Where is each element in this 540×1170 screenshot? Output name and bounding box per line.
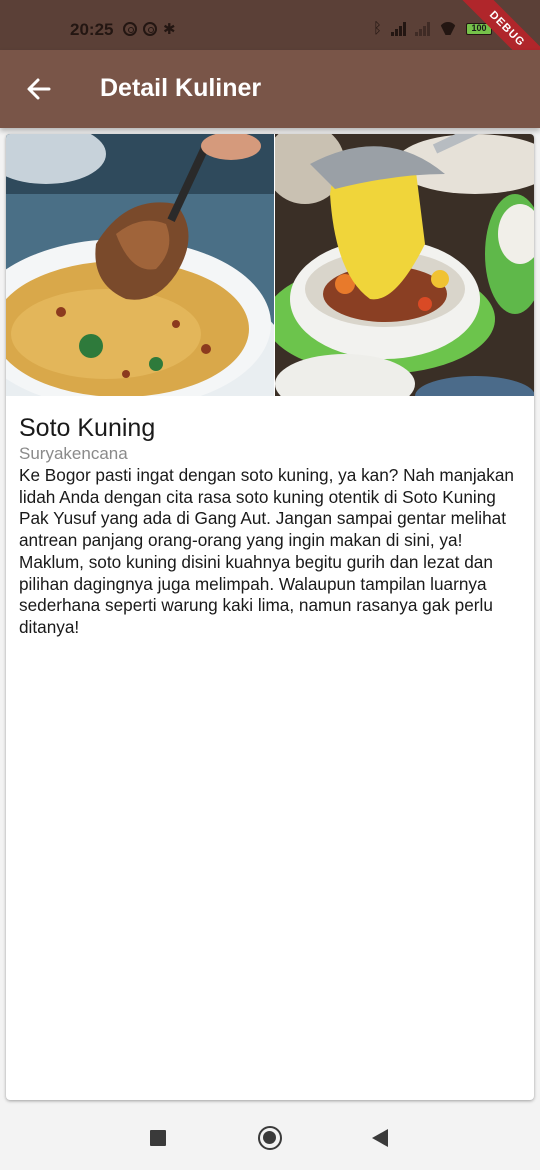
food-description: Ke Bogor pasti ingat dengan soto kuning,… — [19, 465, 514, 637]
bluetooth-icon: ᛒ — [372, 20, 382, 37]
navigation-bar — [0, 1106, 540, 1170]
home-icon[interactable] — [258, 1126, 282, 1150]
image-gallery[interactable] — [6, 134, 534, 396]
wifi-icon — [439, 22, 457, 35]
soto-kuning-pouring-photo[interactable] — [275, 134, 534, 396]
settings-icon: ✱ — [163, 21, 176, 38]
signal-icon — [415, 21, 430, 36]
app-bar: Detail Kuliner — [0, 50, 540, 128]
notification-icon — [143, 22, 157, 36]
status-left-icons: ✱ — [123, 22, 176, 37]
status-bar: 20:25 ✱ ᛒ 100 DEBUG — [0, 0, 540, 83]
signal-icon — [391, 21, 406, 36]
status-time: 20:25 — [70, 20, 114, 39]
back-button[interactable] — [18, 68, 60, 110]
notification-icon — [123, 22, 137, 36]
recents-icon[interactable] — [150, 1130, 166, 1146]
arrow-back-icon — [27, 78, 51, 100]
soto-kuning-bowl-photo[interactable] — [6, 134, 275, 396]
detail-card: Soto Kuning Suryakencana Ke Bogor pasti … — [6, 134, 534, 1100]
page-title: Detail Kuliner — [100, 74, 262, 102]
food-name: Soto Kuning — [19, 414, 156, 442]
food-location: Suryakencana — [19, 444, 128, 463]
status-right-icons: ᛒ 100 — [372, 20, 495, 37]
back-icon[interactable] — [372, 1129, 388, 1147]
